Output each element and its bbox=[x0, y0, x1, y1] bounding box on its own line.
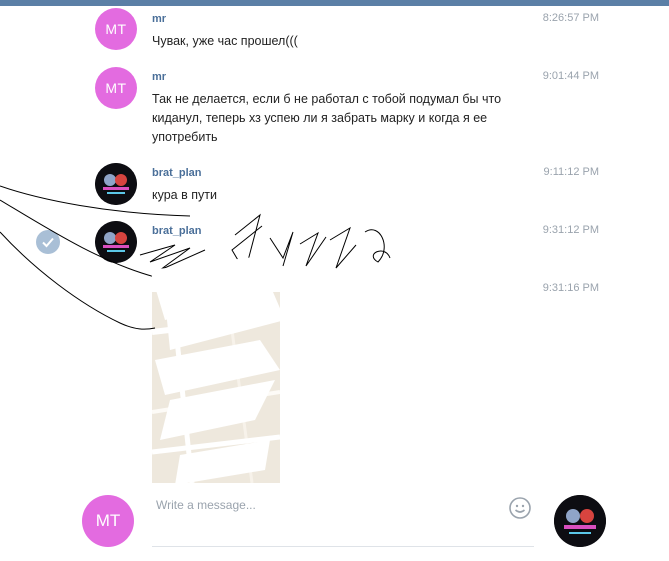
avatar-logo-icon bbox=[95, 163, 137, 205]
message-time: 8:26:57 PM bbox=[542, 12, 599, 24]
message-input[interactable]: Write a message... bbox=[152, 492, 534, 547]
message-input-placeholder: Write a message... bbox=[156, 498, 256, 512]
message-time: 9:31:12 PM bbox=[542, 224, 599, 236]
message-time: 9:31:16 PM bbox=[542, 282, 599, 294]
avatar-logo-icon bbox=[95, 221, 137, 263]
avatar[interactable]: MT bbox=[95, 8, 137, 50]
message-time: 9:11:12 PM bbox=[543, 166, 599, 178]
message-author[interactable]: mr bbox=[152, 71, 166, 83]
message-author[interactable]: brat_plan bbox=[152, 225, 202, 237]
message-time: 9:01:44 PM bbox=[542, 70, 599, 82]
avatar[interactable] bbox=[95, 221, 137, 263]
select-check-icon[interactable] bbox=[36, 230, 60, 254]
message-text: кура в пути bbox=[152, 188, 217, 202]
composer-avatar[interactable]: MT bbox=[82, 495, 134, 547]
top-bar bbox=[0, 0, 669, 6]
peer-avatar[interactable] bbox=[554, 495, 606, 547]
avatar-logo-icon bbox=[554, 495, 606, 547]
avatar[interactable] bbox=[95, 163, 137, 205]
message-text: Так не делается, если б не работал с тоб… bbox=[152, 92, 502, 144]
check-icon bbox=[42, 237, 54, 248]
message-author[interactable]: mr bbox=[152, 13, 166, 25]
map-preview bbox=[152, 292, 280, 483]
smile-icon[interactable] bbox=[508, 496, 532, 520]
message-text: Чувак, уже час прошел((( bbox=[152, 34, 298, 48]
avatar[interactable]: MT bbox=[95, 67, 137, 109]
map-attachment[interactable] bbox=[152, 292, 280, 483]
message-author[interactable]: brat_plan bbox=[152, 167, 202, 179]
